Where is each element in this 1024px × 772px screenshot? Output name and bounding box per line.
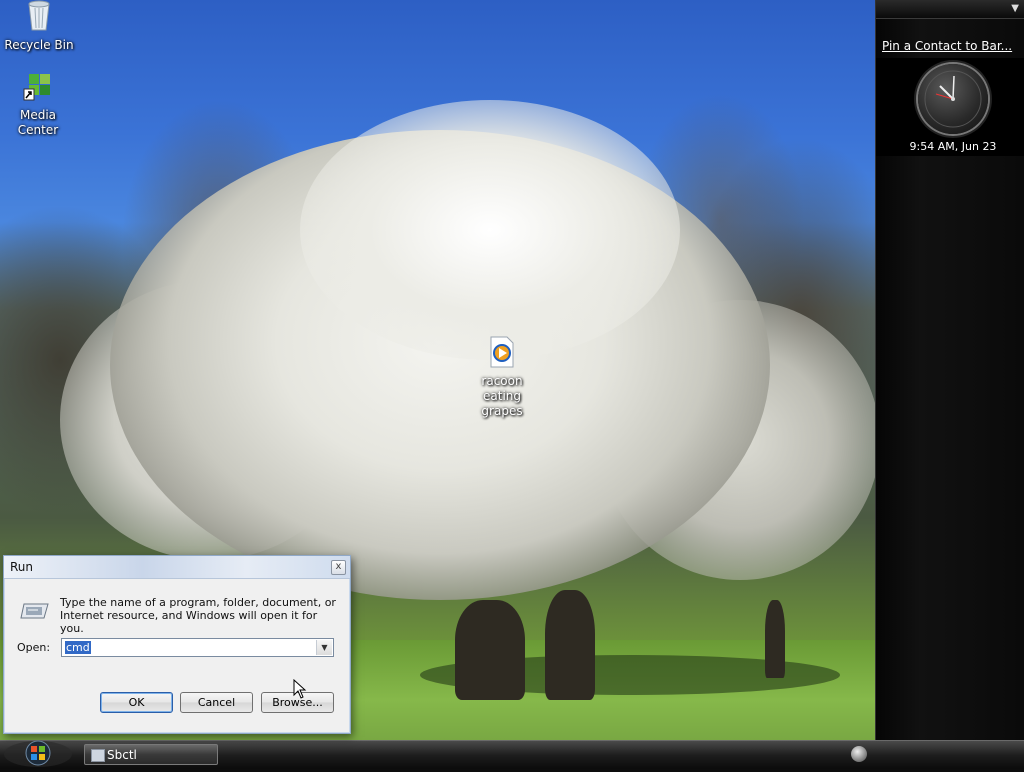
chevron-down-icon[interactable]: ▼ [316,640,332,655]
media-center-icon [0,72,78,106]
taskbar-window-label: Sbctl [107,748,137,762]
tree-blossom-top [300,100,680,360]
clock-icon [918,64,988,134]
recycle-bin-label: Recycle Bin [4,38,74,52]
taskbar-window-button[interactable]: Sbctl [84,744,218,765]
racoon-video-label: racoon eating grapes [481,374,523,418]
cancel-button[interactable]: Cancel [180,692,253,713]
media-file-icon [462,336,542,372]
media-center-desktop-icon[interactable]: Media Center [0,72,78,138]
ok-button[interactable]: OK [100,692,173,713]
network-icon[interactable] [851,746,867,762]
clock-time-text: 9:54 AM, Jun 23 [909,140,997,153]
windows-orb-icon [4,740,72,772]
run-dialog-description: Type the name of a program, folder, docu… [60,596,336,635]
run-dialog: Run x Type the name of a program, folder… [3,555,351,734]
open-input-value[interactable]: cmd [65,641,91,654]
tree-trunk [455,600,525,700]
start-button[interactable] [4,739,72,769]
open-label: Open: [17,641,51,654]
pin-contact-link[interactable]: Pin a Contact to Bar... [882,39,1012,53]
close-icon[interactable]: x [331,560,346,575]
window-icon [91,749,105,762]
media-center-label: Media Center [17,108,59,137]
tree-trunk [545,590,595,700]
open-combobox[interactable]: cmd ▼ [61,638,334,657]
run-program-icon [20,600,50,625]
sidebar-header: ▼ [876,0,1024,19]
racoon-video-desktop-icon[interactable]: racoon eating grapes [462,336,542,419]
run-dialog-title: Run [10,560,34,574]
tree-trunk [765,600,785,678]
recycle-bin-icon [0,0,79,36]
taskbar: Sbctl [0,740,1024,769]
run-dialog-titlebar[interactable]: Run x [4,556,350,579]
chevron-down-icon[interactable]: ▼ [1011,3,1019,14]
windows-sidebar: ▼ Pin a Contact to Bar... 9:54 AM, Jun 2… [875,0,1024,740]
mouse-cursor-icon [293,678,307,702]
recycle-bin-desktop-icon[interactable]: Recycle Bin [0,0,79,53]
